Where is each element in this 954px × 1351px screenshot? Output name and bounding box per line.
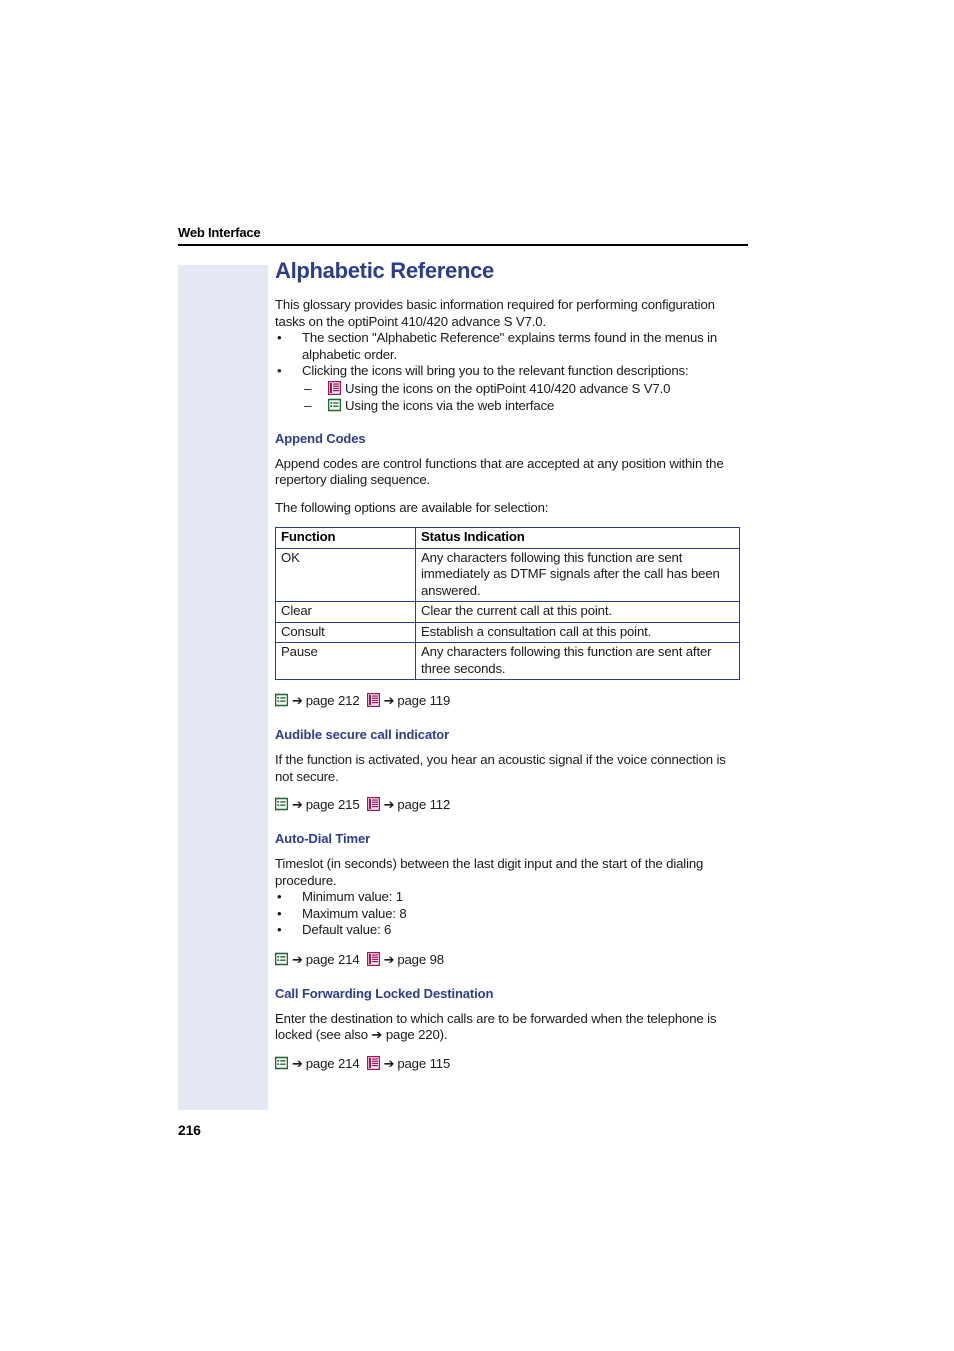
bullet-icon: • [277,889,282,904]
running-header: Web Interface [178,225,748,246]
list-item: • Maximum value: 8 [275,906,745,923]
icon-legend-text: Using the icons via the web interface [345,397,555,413]
section-title-append-codes: Append Codes [275,430,366,446]
phone-page-reference[interactable]: page 112 [397,797,450,812]
bullet-text: Clicking the icons will bring you to the… [302,363,689,378]
page-number: 216 [178,1122,201,1138]
bullet-text: Minimum value: 1 [302,889,403,904]
list-item: • Default value: 6 [275,922,745,939]
table-column-header-function: Function [275,527,416,549]
table-cell-function: OK [275,547,416,602]
document-page: Web Interface Alphabetic Reference This … [0,0,954,1351]
section-paragraph: If the function is activated, you hear a… [275,752,726,784]
intro-paragraph: This glossary provides basic information… [275,297,715,329]
icon-legend-list: – Using the icons on the optiPoint 410/42… [302,380,745,414]
arrow-right-icon: ➔ [292,952,303,968]
section-paragraph: Append codes are control functions that … [275,455,724,488]
bullet-icon: • [277,330,282,345]
page-title: Alphabetic Reference [275,258,494,283]
section-paragraph: Timeslot (in seconds) between the last d… [275,856,704,888]
web-interface-icon[interactable] [328,398,341,412]
dash-icon: – [304,397,312,413]
table-cell-function: Clear [275,601,416,623]
intro-bullet-list: • The section "Alphabetic Reference" expl… [275,330,745,414]
arrow-right-icon: ➔ [292,798,303,813]
list-item: • The section "Alphabetic Reference" expl… [275,330,745,363]
cross-reference-line: ➔ page 214 ➔ page 98 [275,951,745,969]
cross-reference-line: ➔ page 214 ➔ page 115 [275,1055,745,1073]
arrow-right-icon: ➔ [292,1056,303,1072]
table-cell-status: Any characters following this function a… [415,642,740,680]
running-header-title: Web Interface [178,225,261,240]
table-cell-function: Consult [275,621,416,643]
table-row: Pause Any characters following this func… [275,642,740,680]
web-page-reference[interactable]: page 214 [306,1056,360,1071]
margin-decoration-block [178,265,268,1110]
bullet-icon: • [277,905,282,921]
phone-page-reference[interactable]: page 98 [397,952,444,967]
web-page-reference[interactable]: page 214 [306,952,360,967]
bullet-icon: • [277,363,282,378]
list-item: – Using the icons on the optiPoint 410/42… [302,380,745,397]
web-page-reference[interactable]: page 215 [306,797,360,812]
arrow-right-icon: ➔ [292,694,303,709]
section-paragraph: Enter the destination to which calls are… [275,1010,717,1043]
bullet-text: Default value: 6 [302,922,392,937]
phone-page-reference[interactable]: page 119 [397,693,450,708]
phone-page-reference[interactable]: page 115 [397,1056,450,1071]
web-interface-icon[interactable] [275,693,288,707]
auto-dial-timer-values-list: • Minimum value: 1 • Maximum value: 8 • Def… [275,889,745,939]
table-cell-status: Establish a consultation call at this po… [415,621,740,643]
arrow-right-icon: ➔ [383,1056,395,1072]
table-row: Clear Clear the current call at this poi… [275,601,740,623]
arrow-right-icon: ➔ [383,694,395,709]
phone-display-icon[interactable] [366,797,380,811]
append-codes-table: Function Status Indication OK Any charac… [275,527,740,680]
table-header-row: Function Status Indication [275,527,740,549]
web-page-reference[interactable]: page 212 [306,693,360,708]
table-cell-status: Clear the current call at this point. [415,601,740,623]
bullet-text: Maximum value: 8 [302,905,407,921]
list-item: • Minimum value: 1 [275,889,745,906]
list-item: – Using the icons via the web interface [302,397,745,414]
table-column-header-status-indication: Status Indication [415,527,740,549]
section-title-audible-secure-call-indicator: Audible secure call indicator [275,727,450,742]
bullet-text: The section "Alphabetic Reference" expla… [302,330,718,362]
cross-reference-line: ➔ page 212 ➔ page 119 [275,692,745,710]
phone-display-icon[interactable] [366,1055,380,1070]
dash-icon: – [304,380,312,396]
bullet-icon: • [277,922,282,937]
section-title-call-forwarding-locked-destination: Call Forwarding Locked Destination [275,985,494,1001]
arrow-right-icon: ➔ [383,798,395,813]
phone-display-icon[interactable] [328,380,341,395]
table-cell-status: Any characters following this function a… [415,547,740,602]
phone-display-icon[interactable] [366,951,380,966]
web-interface-icon[interactable] [275,797,288,811]
table-row: Consult Establish a consultation call at… [275,621,740,643]
web-interface-icon[interactable] [275,952,288,966]
section-title-auto-dial-timer: Auto-Dial Timer [275,831,371,846]
phone-display-icon[interactable] [366,693,380,707]
cross-reference-line: ➔ page 215 ➔ page 112 [275,796,745,814]
table-cell-function: Pause [275,642,416,680]
icon-legend-text: Using the icons on the optiPoint 410/420… [345,380,671,396]
table-row: OK Any characters following this functio… [275,547,740,602]
web-interface-icon[interactable] [275,1056,288,1070]
section-paragraph: The following options are available for … [275,499,549,515]
arrow-right-icon: ➔ [383,952,395,968]
header-rule [178,244,748,246]
list-item: • Clicking the icons will bring you to th… [275,363,745,414]
content-column: Alphabetic Reference This glossary provi… [275,258,745,1073]
